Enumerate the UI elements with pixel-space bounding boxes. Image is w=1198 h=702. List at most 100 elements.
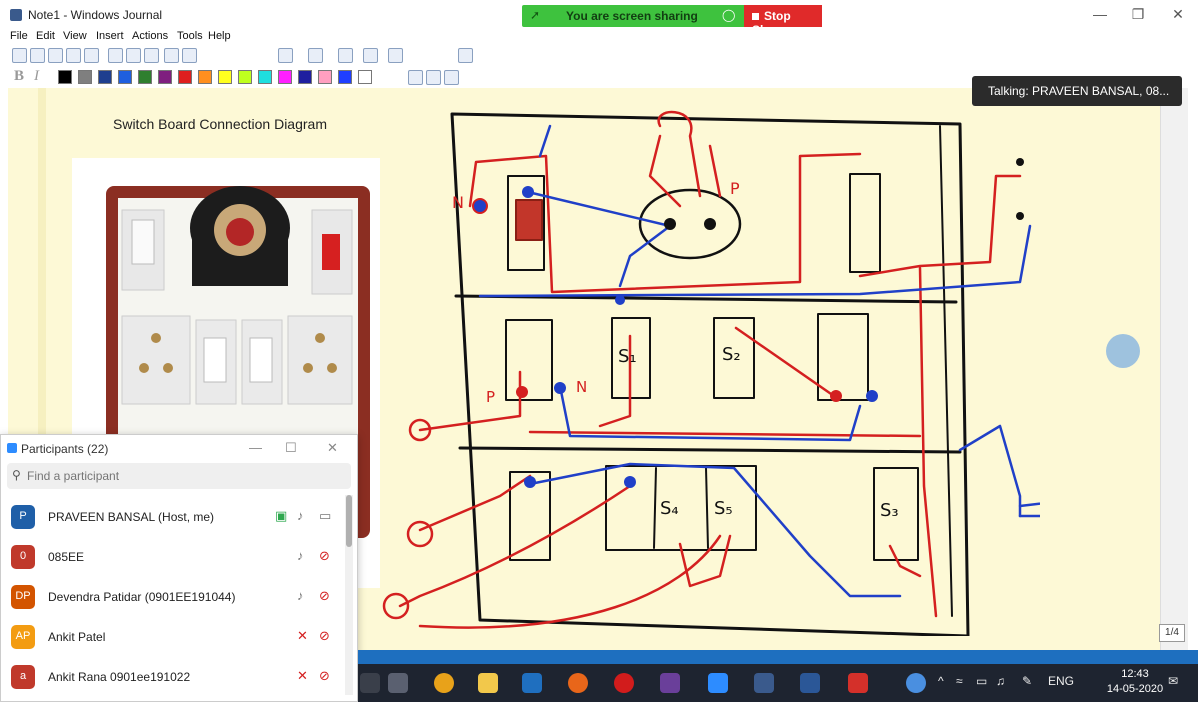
help-icon[interactable] bbox=[906, 673, 926, 693]
redo-icon[interactable] bbox=[182, 48, 197, 63]
clock-time[interactable]: 12:43 bbox=[1105, 668, 1165, 680]
color-swatch[interactable] bbox=[138, 70, 152, 84]
menu-file[interactable]: File bbox=[10, 30, 28, 42]
expand-panel-button[interactable]: ☐ bbox=[285, 440, 297, 456]
shield-icon[interactable]: ◯ bbox=[722, 8, 735, 22]
color-swatch[interactable] bbox=[318, 70, 332, 84]
zoom-in-icon[interactable] bbox=[426, 70, 441, 85]
color-swatch[interactable] bbox=[178, 70, 192, 84]
camera-off-icon[interactable]: ⊘ bbox=[319, 588, 330, 604]
color-swatch[interactable] bbox=[338, 70, 352, 84]
eraser-icon[interactable] bbox=[338, 48, 353, 63]
color-swatch[interactable] bbox=[298, 70, 312, 84]
journal-taskbar-icon[interactable] bbox=[754, 673, 774, 693]
color-swatch[interactable] bbox=[118, 70, 132, 84]
camera-off-icon[interactable]: ⊘ bbox=[319, 668, 330, 684]
copy-icon[interactable] bbox=[126, 48, 141, 63]
menu-view[interactable]: View bbox=[63, 30, 87, 42]
label-p-mid: P bbox=[486, 388, 495, 406]
close-button[interactable]: ✕ bbox=[1168, 6, 1188, 23]
print-icon[interactable] bbox=[66, 48, 81, 63]
color-swatch[interactable] bbox=[198, 70, 212, 84]
zoom-out-icon[interactable] bbox=[444, 70, 459, 85]
vertical-scrollbar[interactable] bbox=[1160, 88, 1188, 650]
menu-edit[interactable]: Edit bbox=[36, 30, 55, 42]
search-taskbar-icon[interactable] bbox=[388, 673, 408, 693]
flag-icon[interactable] bbox=[458, 48, 473, 63]
color-swatch[interactable] bbox=[58, 70, 72, 84]
lasso-icon[interactable] bbox=[363, 48, 378, 63]
pen-tray-icon[interactable]: ✎ bbox=[1022, 674, 1032, 688]
minimize-button[interactable]: — bbox=[1090, 6, 1110, 22]
maximize-button[interactable]: ❐ bbox=[1128, 6, 1148, 23]
participant-name: Ankit Rana 0901ee191022 bbox=[48, 670, 191, 684]
minimize-panel-button[interactable]: — bbox=[249, 440, 262, 455]
color-swatch[interactable] bbox=[238, 70, 252, 84]
camera-off-icon[interactable]: ⊘ bbox=[319, 628, 330, 644]
participant-search[interactable]: ⚲ bbox=[7, 463, 351, 489]
select-icon[interactable] bbox=[388, 48, 403, 63]
save-icon[interactable] bbox=[48, 48, 63, 63]
chrome-icon[interactable] bbox=[434, 673, 454, 693]
color-swatch[interactable] bbox=[358, 70, 372, 84]
mic-icon[interactable]: ♪ bbox=[297, 508, 304, 523]
menu-actions[interactable]: Actions bbox=[132, 30, 168, 42]
menu-tools[interactable]: Tools bbox=[177, 30, 203, 42]
pen-icon[interactable] bbox=[278, 48, 293, 63]
color-swatch[interactable] bbox=[98, 70, 112, 84]
mic-icon[interactable]: ♪ bbox=[297, 548, 304, 563]
new-note-icon[interactable] bbox=[12, 48, 27, 63]
color-swatch[interactable] bbox=[258, 70, 272, 84]
participants-panel: Participants (22) — ☐ ✕ ⚲ P PRAVEEN BANSA… bbox=[0, 434, 358, 702]
stop-share-button[interactable]: Stop Share bbox=[744, 5, 822, 37]
participant-row[interactable]: 0 085EE ♪ ⊘ bbox=[1, 537, 347, 577]
volume-icon[interactable]: ♫ bbox=[996, 674, 1005, 688]
file-explorer-icon[interactable] bbox=[478, 673, 498, 693]
winrar-icon[interactable] bbox=[660, 673, 680, 693]
camera-icon[interactable]: ▭ bbox=[319, 508, 331, 524]
language-indicator[interactable]: ENG bbox=[1048, 674, 1074, 688]
notifications-icon[interactable]: ✉ bbox=[1168, 674, 1178, 688]
mic-icon[interactable]: ♪ bbox=[297, 588, 304, 603]
participant-row[interactable]: a Ankit Rana 0901ee191022 ✕ ⊘ bbox=[1, 657, 347, 697]
menu-help[interactable]: Help bbox=[208, 30, 231, 42]
standard-toolbar bbox=[8, 46, 508, 66]
color-swatch[interactable] bbox=[158, 70, 172, 84]
bold-button[interactable]: B bbox=[14, 68, 24, 85]
word-icon[interactable] bbox=[800, 673, 820, 693]
menu-insert[interactable]: Insert bbox=[96, 30, 124, 42]
wiring-diagram: N P P N S₁ S₂ S₄ S₅ S₃ N P N bbox=[382, 110, 1040, 636]
highlighter-icon[interactable] bbox=[308, 48, 323, 63]
pan-icon[interactable] bbox=[408, 70, 423, 85]
participant-search-input[interactable] bbox=[27, 467, 337, 485]
app-icon[interactable] bbox=[848, 673, 868, 693]
participant-row[interactable]: AP Ankit Patel ✕ ⊘ bbox=[1, 617, 347, 657]
participants-scroll-thumb[interactable] bbox=[346, 495, 352, 547]
close-panel-button[interactable]: ✕ bbox=[327, 440, 338, 456]
battery-icon[interactable]: ▭ bbox=[976, 674, 987, 688]
mic-muted-icon[interactable]: ✕ bbox=[297, 628, 308, 644]
clock-date[interactable]: 14-05-2020 bbox=[1105, 683, 1165, 695]
color-swatch[interactable] bbox=[278, 70, 292, 84]
network-icon[interactable]: ≈ bbox=[956, 674, 963, 688]
find-icon[interactable] bbox=[84, 48, 99, 63]
matlab-icon[interactable] bbox=[522, 673, 542, 693]
italic-button[interactable]: I bbox=[34, 68, 39, 85]
color-swatch[interactable] bbox=[78, 70, 92, 84]
tray-chevron-icon[interactable]: ^ bbox=[938, 674, 944, 688]
participant-row[interactable]: P PRAVEEN BANSAL (Host, me) ▣ ♪ ▭ bbox=[1, 497, 347, 537]
participants-scrollbar[interactable] bbox=[345, 495, 353, 695]
talking-indicator: Talking: PRAVEEN BANSAL, 08... bbox=[972, 76, 1182, 106]
zoom-taskbar-icon[interactable] bbox=[708, 673, 728, 693]
mic-muted-icon[interactable]: ✕ bbox=[297, 668, 308, 684]
undo-icon[interactable] bbox=[164, 48, 179, 63]
firefox-icon[interactable] bbox=[568, 673, 588, 693]
cut-icon[interactable] bbox=[108, 48, 123, 63]
participant-row[interactable]: DP Devendra Patidar (0901EE191044) ♪ ⊘ bbox=[1, 577, 347, 617]
task-view-icon[interactable] bbox=[360, 673, 380, 693]
paste-icon[interactable] bbox=[144, 48, 159, 63]
open-icon[interactable] bbox=[30, 48, 45, 63]
opera-icon[interactable] bbox=[614, 673, 634, 693]
color-swatch[interactable] bbox=[218, 70, 232, 84]
camera-off-icon[interactable]: ⊘ bbox=[319, 548, 330, 564]
